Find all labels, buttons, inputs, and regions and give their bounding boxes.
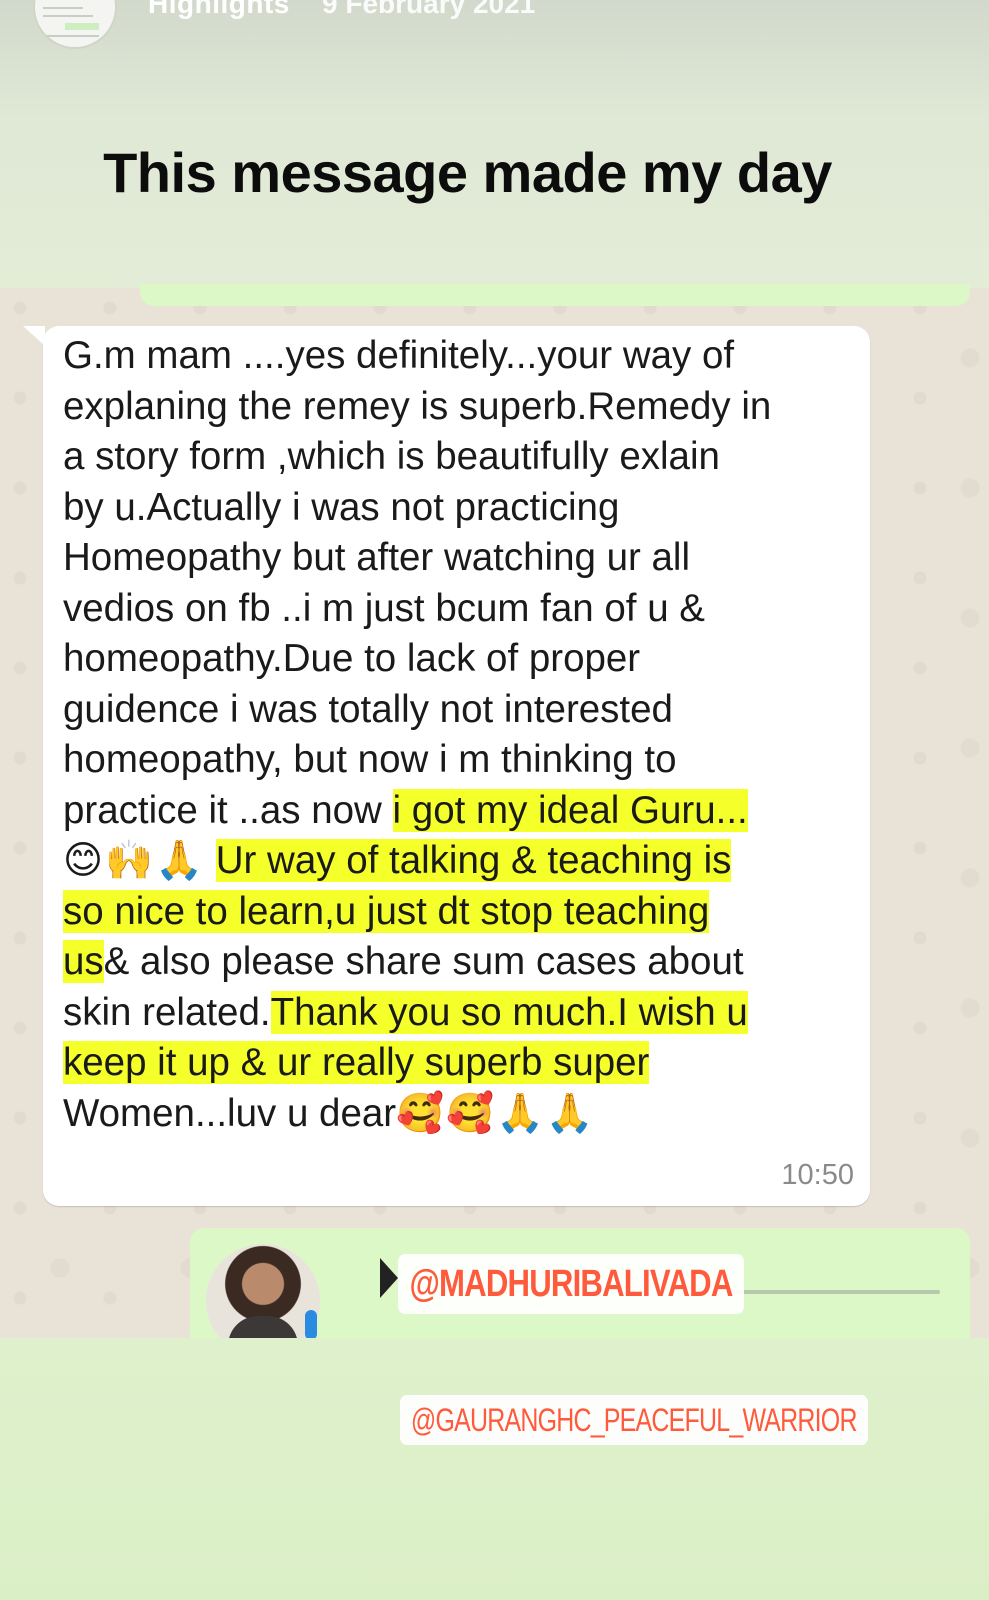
emoji-group: 🥰🥰🙏🙏 <box>396 1091 596 1135</box>
message-timestamp: 10:50 <box>781 1159 854 1191</box>
message-text: G.m mam ....yes definitely...your way of… <box>63 331 863 1139</box>
message-line: Women...luv u dear <box>63 1091 397 1135</box>
message-line: explaning the remey is superb.Remedy in <box>63 384 772 428</box>
emoji-group: 😊🙌🙏 <box>63 839 206 882</box>
highlighted-text: us <box>63 940 104 983</box>
message-line: Homeopathy but after watching ur all <box>63 536 691 579</box>
message-line: practice it ..as now <box>63 788 393 832</box>
mention-tag-gaurang[interactable]: @GAURANGHC_PEACEFUL_WARRIOR <box>400 1395 868 1445</box>
story-headline: This message made my day <box>103 141 832 204</box>
mic-icon <box>305 1310 317 1340</box>
message-line: vedios on fb ..i m just bcum fan of u & <box>63 586 705 630</box>
highlighted-text: keep it up & ur really superb super <box>63 1041 650 1084</box>
story-footer <box>0 1338 989 1600</box>
message-line: & also please share sum cases about <box>103 940 744 983</box>
message-line: by u.Actually i was not practicing <box>63 485 620 529</box>
previous-message-bubble <box>140 284 970 306</box>
highlighted-text: so nice to learn,u just dt stop teaching <box>63 889 710 933</box>
message-line: skin related. <box>63 990 271 1034</box>
message-line: G.m mam ....yes definitely...your way of <box>63 334 735 377</box>
incoming-message-bubble[interactable]: G.m mam ....yes definitely...your way of… <box>43 326 870 1206</box>
message-line: homeopathy, but now i m thinking to <box>63 738 677 781</box>
mention-tag-madhuri[interactable]: @MADHURIBALIVADA <box>398 1254 745 1314</box>
message-line: a story form ,which is beautifully exlai… <box>63 435 720 478</box>
story-date: 9 February 2021 <box>322 0 536 19</box>
highlighted-text: i got my ideal Guru... <box>392 788 748 832</box>
play-icon[interactable] <box>380 1258 398 1298</box>
message-tail <box>23 326 45 346</box>
message-line: guidence i was totally not interested <box>63 687 673 731</box>
message-line: homeopathy.Due to lack of proper <box>63 637 641 680</box>
voice-progress-track[interactable] <box>730 1290 940 1294</box>
highlighted-text: Ur way of talking & teaching is <box>215 839 732 882</box>
highlights-label: Highlights <box>148 0 290 19</box>
highlighted-text: Thank you so much.I wish u <box>270 990 748 1034</box>
